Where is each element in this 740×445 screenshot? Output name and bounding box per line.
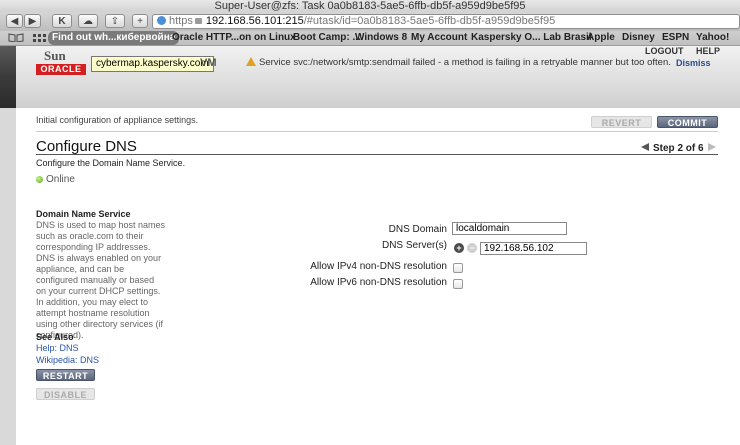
step-indicator: Step 2 of 6 — [653, 143, 704, 154]
forward-icon: ▶ — [28, 16, 37, 27]
online-status-icon — [36, 176, 43, 183]
see-also-heading: See Also — [36, 332, 74, 342]
bookmark-item[interactable]: Find out wh...кибервойна — [48, 31, 180, 45]
commit-button[interactable]: COMMIT — [657, 116, 718, 128]
grid-icon[interactable] — [32, 33, 48, 42]
window-title: Super-User@zfs: Task 0a0b8183-5ae5-6ffb-… — [0, 0, 740, 12]
dns-server-input[interactable] — [480, 242, 587, 255]
bookmark-item[interactable]: Yahoo! — [696, 31, 729, 45]
k-logo-icon: K — [58, 16, 66, 27]
logo-sun-text: Sun — [44, 48, 66, 63]
divider — [36, 131, 718, 132]
forward-button[interactable]: ▶ — [24, 14, 41, 28]
help-dns-link[interactable]: Help: DNS — [36, 343, 79, 353]
share-icon: ⇪ — [110, 16, 120, 27]
cloud-button[interactable]: ☁ — [78, 14, 98, 28]
revert-button[interactable]: REVERT — [591, 116, 652, 128]
help-text: DNS is used to map host names such as or… — [36, 220, 166, 340]
url-host: 192.168.56.101:215 — [205, 15, 304, 27]
title-divider — [36, 154, 718, 155]
alert-message: Service svc:/network/smtp:sendmail faile… — [246, 57, 671, 68]
ipv6-resolution-label: Allow IPv6 non-DNS resolution — [310, 277, 447, 288]
bookmarks-bar: Find out wh...кибервойна Oracle HTTP...o… — [0, 31, 740, 46]
ipv4-resolution-checkbox[interactable] — [453, 263, 463, 273]
share-button[interactable]: ⇪ — [105, 14, 125, 28]
bookmark-item[interactable]: Disney — [622, 31, 655, 45]
back-button[interactable]: ◀ — [6, 14, 23, 28]
link-tooltip: cybermap.kaspersky.com — [91, 56, 214, 72]
product-label: VM — [200, 57, 217, 69]
dns-servers-label: DNS Server(s) — [381, 240, 447, 251]
bookmark-item[interactable]: Oracle HTTP...on on Linux — [172, 31, 296, 45]
logout-link[interactable]: LOGOUT — [645, 46, 684, 56]
url-scheme: https — [169, 15, 193, 27]
help-link[interactable]: HELP — [696, 46, 720, 56]
bookmark-item[interactable]: My Account — [411, 31, 467, 45]
plus-icon: + — [137, 16, 143, 27]
alert-text: Service svc:/network/smtp:sendmail faile… — [259, 57, 671, 68]
ipv4-resolution-label: Allow IPv4 non-DNS resolution — [310, 261, 447, 272]
add-server-icon[interactable]: + — [454, 243, 464, 253]
remove-server-icon[interactable]: − — [467, 243, 477, 253]
open-book-icon[interactable] — [8, 33, 24, 42]
page-title: Configure DNS — [36, 138, 137, 155]
globe-icon — [157, 16, 166, 25]
previous-step-icon[interactable] — [641, 143, 649, 151]
oracle-sun-logo: Sun ORACLE — [36, 48, 86, 78]
service-status: Online — [36, 174, 75, 185]
k-extension-button[interactable]: K — [52, 14, 72, 28]
warning-icon — [246, 57, 256, 66]
bookmark-item[interactable]: Apple — [587, 31, 615, 45]
instruction-text: Initial configuration of appliance setti… — [36, 115, 199, 125]
logo-oracle-text: ORACLE — [36, 64, 86, 75]
new-tab-button[interactable]: + — [132, 14, 148, 28]
back-icon: ◀ — [10, 16, 19, 27]
address-bar[interactable]: https 192.168.56.101:215/#utask/id=0a0b81… — [152, 14, 740, 29]
dns-domain-label: DNS Domain — [388, 224, 447, 235]
status-text: Online — [46, 174, 75, 185]
bookmark-item[interactable]: ESPN — [662, 31, 689, 45]
step-navigator: Step 2 of 6 — [641, 143, 716, 154]
page-subtitle: Configure the Domain Name Service. — [36, 158, 186, 168]
bookmark-item[interactable]: Boot Camp: ... — [293, 31, 361, 45]
bookmark-item[interactable]: Kaspersky O... Lab Brasil — [471, 31, 592, 45]
ipv6-resolution-checkbox[interactable] — [453, 279, 463, 289]
next-step-icon[interactable] — [707, 143, 716, 151]
browser-toolbar: ◀ ▶ K ☁ ⇪ + https 192.168.56.101:215/#uta… — [0, 12, 740, 31]
url-path: /#utask/id=0a0b8183-5ae5-6ffb-db5f-a959d… — [303, 15, 556, 27]
dns-domain-input[interactable] — [452, 222, 567, 235]
wikipedia-dns-link[interactable]: Wikipedia: DNS — [36, 355, 99, 365]
restart-button[interactable]: RESTART — [36, 369, 95, 381]
bookmark-item[interactable]: Windows 8 — [355, 31, 407, 45]
lock-icon — [194, 18, 202, 24]
help-title: Domain Name Service — [36, 209, 131, 219]
cloud-icon: ☁ — [83, 16, 93, 27]
disable-button[interactable]: DISABLE — [36, 388, 95, 400]
dismiss-link[interactable]: Dismiss — [676, 58, 711, 68]
